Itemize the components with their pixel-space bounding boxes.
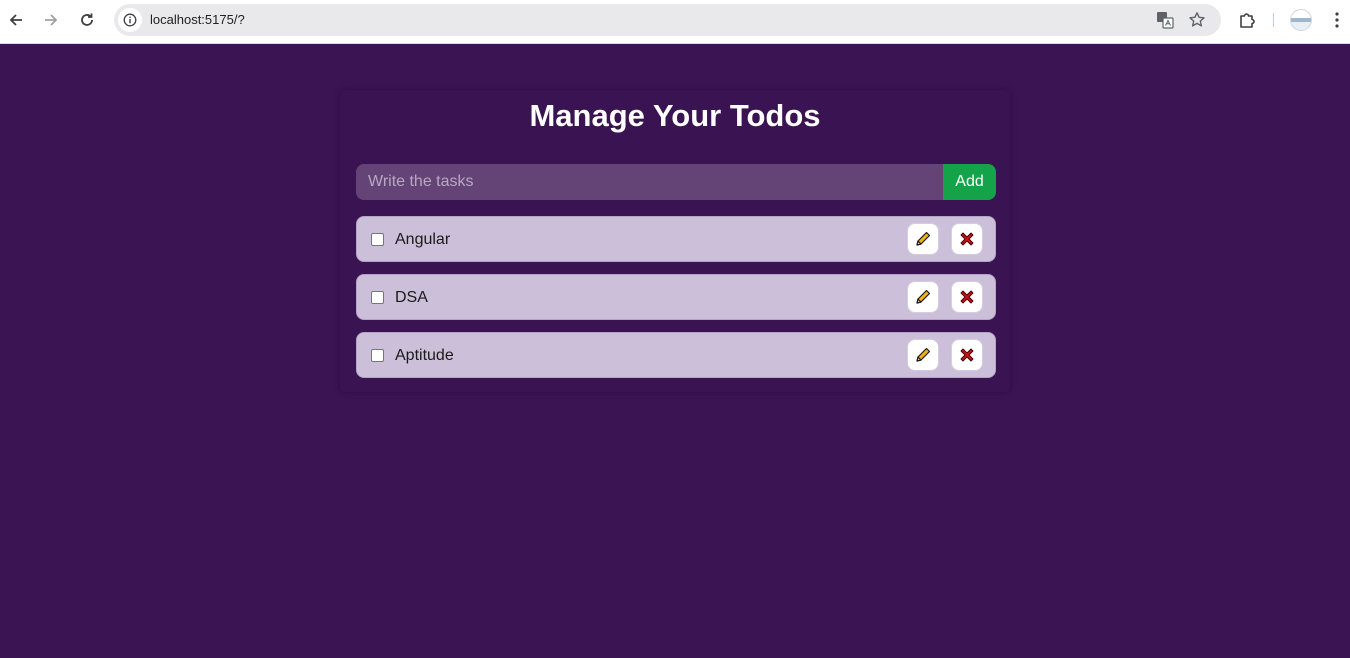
todo-text: DSA [395, 289, 428, 306]
close-x-icon [960, 290, 974, 304]
forward-icon [45, 14, 58, 26]
todo-item: Angular [356, 216, 996, 262]
task-input[interactable] [356, 164, 943, 200]
translate-icon [1157, 12, 1174, 29]
page-title: Manage Your Todos [529, 98, 821, 133]
todo-checkbox[interactable] [371, 349, 384, 362]
toolbar-divider [1273, 13, 1274, 27]
menu-kebab-icon [1335, 12, 1339, 28]
site-info-button[interactable] [118, 8, 142, 32]
delete-button[interactable] [951, 281, 983, 313]
reload-button[interactable] [73, 6, 101, 34]
back-button[interactable] [2, 6, 30, 34]
edit-button[interactable] [907, 339, 939, 371]
pencil-icon [916, 289, 931, 304]
back-icon [9, 14, 22, 26]
edit-button[interactable] [907, 223, 939, 255]
todo-checkbox[interactable] [371, 291, 384, 304]
bookmark-star-icon [1189, 12, 1205, 27]
close-x-icon [960, 348, 974, 362]
edit-button[interactable] [907, 281, 939, 313]
pencil-icon [916, 347, 931, 362]
todo-item: DSA [356, 274, 996, 320]
todo-text: Aptitude [395, 347, 454, 364]
close-x-icon [960, 232, 974, 246]
extensions-button[interactable] [1233, 6, 1261, 34]
delete-button[interactable] [951, 339, 983, 371]
todo-text: Angular [395, 231, 451, 248]
forward-button[interactable] [37, 6, 65, 34]
browser-menu-button[interactable] [1323, 6, 1350, 34]
profile-avatar[interactable] [1290, 9, 1312, 31]
pencil-icon [916, 231, 931, 246]
bookmark-button[interactable] [1185, 8, 1209, 32]
add-task-row: Add [356, 164, 996, 200]
translate-button[interactable] [1153, 8, 1177, 32]
reload-icon [81, 13, 93, 26]
extensions-icon [1240, 13, 1255, 28]
todo-checkbox[interactable] [371, 233, 384, 246]
address-bar[interactable]: localhost:5175/? [114, 4, 1221, 36]
browser-toolbar: localhost:5175/? [0, 0, 1350, 44]
delete-button[interactable] [951, 223, 983, 255]
add-button[interactable]: Add [943, 164, 996, 200]
todo-card: Manage Your Todos Add Angular [340, 90, 1010, 392]
site-info-icon [123, 13, 137, 27]
todo-item: Aptitude [356, 332, 996, 378]
page-content: Manage Your Todos Add Angular [0, 44, 1350, 658]
url-text[interactable]: localhost:5175/? [150, 12, 245, 27]
